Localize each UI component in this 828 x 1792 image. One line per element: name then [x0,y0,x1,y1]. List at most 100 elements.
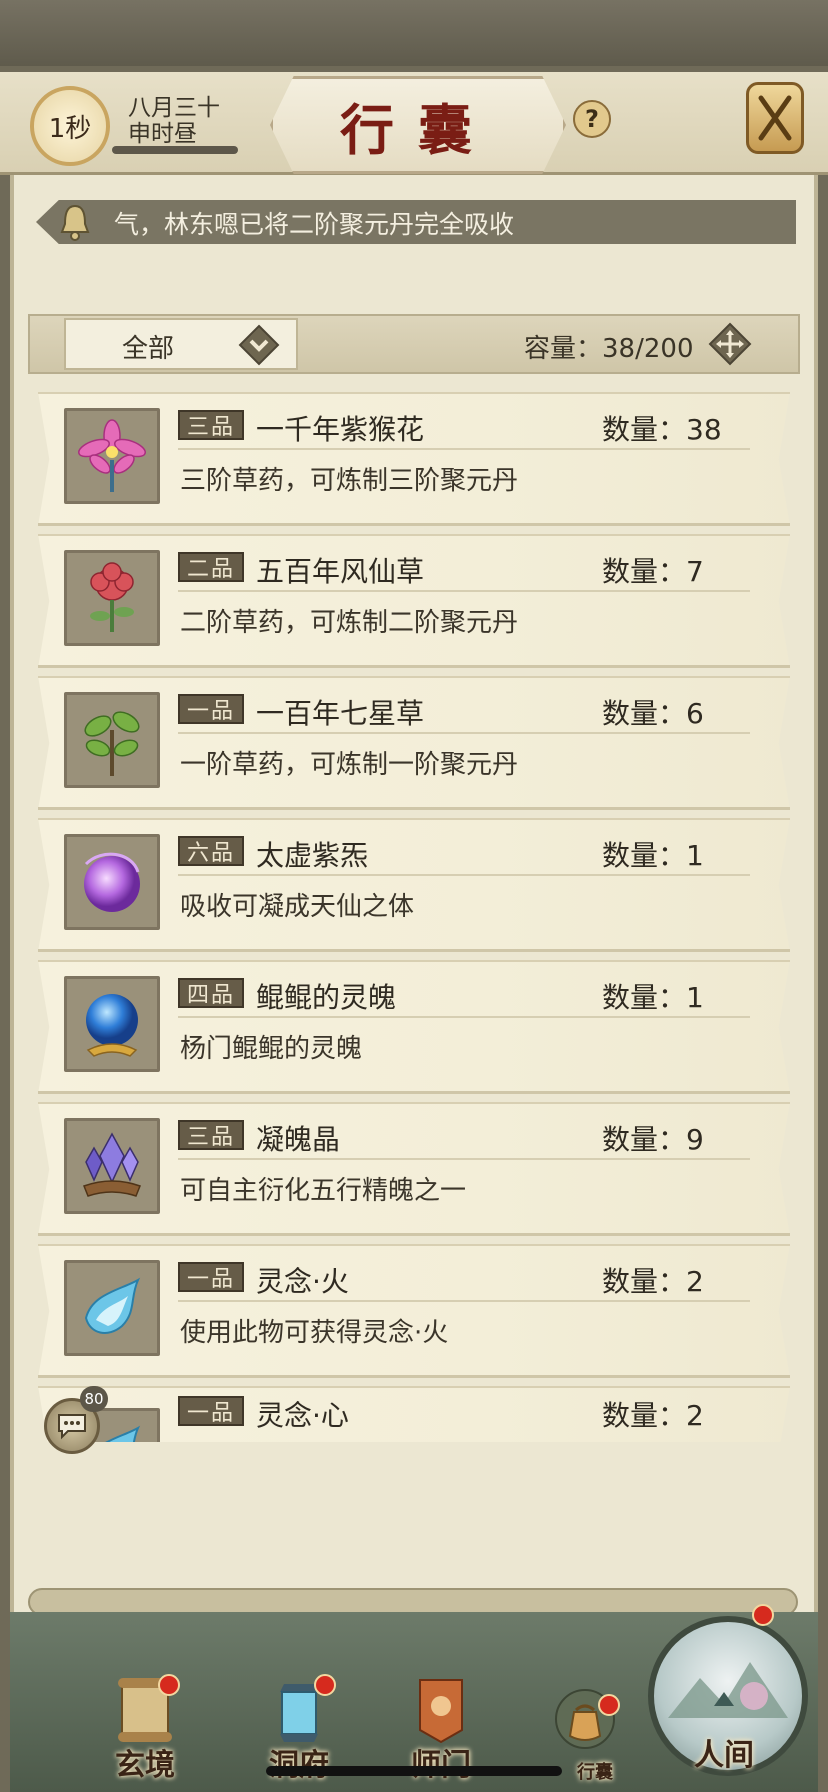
bell-icon [60,204,90,241]
divider [178,448,750,450]
item-name: 鲲鲲的灵魄 [256,981,397,1014]
home-indicator [266,1766,562,1776]
chevron-down-icon[interactable] [238,324,280,366]
nav-label-renjian[interactable]: 人间 [664,1730,784,1774]
timer-text: 1秒 [48,113,92,144]
list-item[interactable]: 一品 灵念·火 数量：2 使用此物可获得灵念·火 [38,1244,790,1378]
item-description: 二阶草药，可炼制二阶聚元丹 [180,608,519,638]
chat-icon [58,1414,86,1440]
item-name: 一百年七星草 [256,697,425,730]
item-name: 灵念·心 [256,1399,349,1432]
quantity-value: 7 [686,555,704,588]
notification-dot [314,1674,336,1696]
item-quantity: 数量：2 [602,1394,704,1434]
item-description: 可自主衍化五行精魄之一 [180,1176,467,1206]
item-quantity: 数量：6 [602,692,704,732]
quantity-label: 数量： [602,1399,687,1432]
item-name: 灵念·火 [256,1265,349,1298]
item-name: 太虚紫炁 [256,839,369,872]
quantity-label: 数量： [602,1265,687,1298]
nav-label: 玄境 [115,1748,175,1783]
list-item[interactable]: 一品 灵念·心 数量：2 [38,1386,790,1442]
divider [178,1016,750,1018]
timer-badge[interactable]: 1秒 [30,86,110,166]
quantity-label: 数量： [602,413,687,446]
item-name: 凝魄晶 [256,1123,341,1156]
list-item[interactable]: 三品 凝魄晶 数量：9 可自主衍化五行精魄之一 [38,1102,790,1236]
item-description: 吸收可凝成天仙之体 [180,892,415,922]
notice-text: 气，林东嗯已将二阶聚元丹完全吸收 [114,210,515,239]
item-name: 一千年紫猴花 [256,413,425,446]
chat-badge: 80 [80,1386,108,1412]
grade-badge: 一品 [178,694,244,724]
quantity-label: 数量： [602,555,687,588]
item-thumbnail [64,834,160,930]
quantity-value: 2 [686,1265,704,1298]
quantity-value: 9 [686,1123,704,1156]
item-thumbnail [64,1260,160,1356]
item-thumbnail [64,550,160,646]
quantity-value: 6 [686,697,704,730]
item-quantity: 数量：38 [602,408,722,448]
item-quantity: 数量：9 [602,1118,704,1158]
red-flower-icon [90,562,134,632]
time-progress-bar [112,146,238,154]
grade-badge: 一品 [178,1396,244,1426]
divider [178,1300,750,1302]
item-description: 使用此物可获得灵念·火 [180,1318,449,1348]
list-item[interactable]: 三品 一千年紫猴花 数量：38 三阶草药，可炼制三阶聚元丹 [38,392,790,526]
purple-flower-icon [78,419,146,492]
grade-badge: 一品 [178,1262,244,1292]
capacity-value: 38/200 [602,334,694,364]
grade-badge: 三品 [178,1120,244,1150]
notification-dot [752,1604,774,1626]
quantity-value: 2 [686,1399,704,1432]
title-plaque: 行囊 [270,76,566,174]
capacity-label: 容量： [524,334,603,364]
quantity-label: 数量： [602,981,687,1014]
help-button[interactable]: ? [573,100,611,138]
notification-dot [158,1674,180,1696]
crystal-icon [83,1132,141,1197]
banner-icon [419,1679,463,1744]
blue-orb-icon [86,994,138,1057]
item-quantity: 数量：2 [602,1260,704,1300]
grade-badge: 六品 [178,836,244,866]
category-label: 全部 [122,334,175,364]
item-description: 一阶草药，可炼制一阶聚元丹 [180,750,519,780]
item-name: 五百年风仙草 [256,555,425,588]
item-quantity: 数量：1 [602,976,704,1016]
capacity-text: 容量：38/200 [524,328,694,365]
item-quantity: 数量：7 [602,550,704,590]
nav-label: 师门 [386,1740,496,1784]
grade-badge: 四品 [178,978,244,1008]
item-thumbnail [64,692,160,788]
divider [178,590,750,592]
close-icon [758,95,792,141]
quantity-label: 数量： [602,839,687,872]
divider [178,874,750,876]
notification-dot [598,1694,620,1716]
list-item[interactable]: 四品 鲲鲲的灵魄 数量：1 杨门鲲鲲的灵魄 [38,960,790,1094]
purple-orb-icon [84,852,140,912]
divider [178,732,750,734]
page-title: 行囊 [340,97,496,162]
item-description: 杨门鲲鲲的灵魄 [180,1034,363,1064]
status-strip [0,0,828,66]
quantity-label: 数量： [602,697,687,730]
item-description: 三阶草药，可炼制三阶聚元丹 [180,466,519,496]
expand-capacity-icon[interactable] [708,322,752,366]
quantity-value: 1 [686,981,704,1014]
quantity-label: 数量： [602,1123,687,1156]
close-button[interactable] [746,82,804,154]
list-item[interactable]: 二品 五百年风仙草 数量：7 二阶草药，可炼制二阶聚元丹 [38,534,790,668]
spirit-flame-icon [84,1277,141,1334]
list-item[interactable]: 六品 太虚紫炁 数量：1 吸收可凝成天仙之体 [38,818,790,952]
list-item[interactable]: 一品 一百年七星草 数量：6 一阶草药，可炼制一阶聚元丹 [38,676,790,810]
nav-item-xuanjing[interactable]: 玄境 [90,1660,200,1792]
item-thumbnail [64,408,160,504]
grade-badge: 三品 [178,410,244,440]
quantity-value: 1 [686,839,704,872]
help-icon: ? [585,105,599,133]
green-herb-icon [84,711,140,776]
